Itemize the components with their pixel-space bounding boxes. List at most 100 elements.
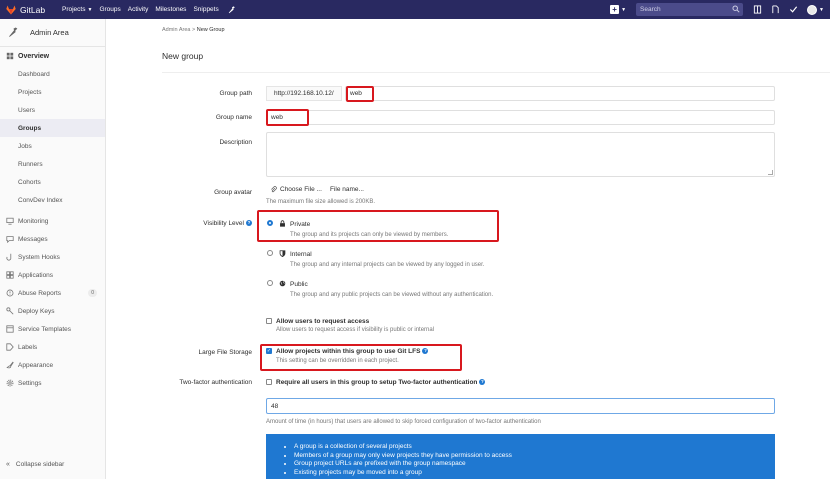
top-navbar: GitLab Projects ▼ Groups Activity Milesto…: [0, 0, 830, 19]
applications-icon: [6, 271, 14, 279]
visibility-label: Visibility Level?: [203, 220, 252, 227]
two-factor-grace-hint: Amount of time (in hours) that users are…: [266, 419, 541, 425]
group-path-label: Group path: [219, 90, 252, 97]
chevron-down-icon[interactable]: ▼: [819, 7, 824, 13]
help-icon[interactable]: ?: [422, 348, 429, 355]
issues-icon[interactable]: [753, 5, 762, 14]
info-item: Group project URLs are prefixed with the…: [294, 460, 775, 469]
group-path-prefix: http://192.168.10.12/: [266, 86, 342, 101]
group-path-input[interactable]: web: [345, 86, 775, 101]
messages-icon: [6, 236, 14, 243]
two-factor-label: Two-factor authentication: [179, 379, 252, 386]
choose-file-button[interactable]: Choose File ...: [270, 186, 322, 193]
sidebar-item-messages[interactable]: Messages: [0, 230, 105, 248]
chevron-down-icon: ▼: [87, 6, 93, 13]
help-icon[interactable]: ?: [246, 220, 252, 227]
group-info-box: A group is a collection of several proje…: [266, 434, 775, 479]
sidebar-item-monitoring[interactable]: Monitoring: [0, 212, 105, 230]
collapse-icon: «: [6, 461, 10, 468]
sidebar-item-jobs[interactable]: Jobs: [0, 137, 105, 155]
sidebar-item-cohorts[interactable]: Cohorts: [0, 173, 105, 191]
new-dropdown[interactable]: + ▼: [610, 5, 626, 14]
nav-links: Projects ▼ Groups Activity Milestones Sni…: [62, 5, 236, 14]
sidebar-item-applications[interactable]: Applications: [0, 266, 105, 284]
sidebar-item-overview[interactable]: Overview: [0, 47, 105, 65]
collapse-sidebar-button[interactable]: « Collapse sidebar: [6, 461, 64, 468]
lock-icon: [280, 220, 285, 227]
todos-icon[interactable]: [789, 5, 798, 14]
chevron-down-icon: ▼: [621, 6, 627, 13]
sidebar-header[interactable]: Admin Area: [0, 19, 105, 47]
merge-request-icon[interactable]: [771, 5, 780, 14]
sidebar-item-abuse-reports[interactable]: Abuse Reports 0: [0, 284, 105, 302]
request-access-checkbox[interactable]: [266, 318, 272, 324]
gitlab-fox-icon: [6, 5, 16, 14]
sidebar-title: Admin Area: [30, 28, 69, 37]
sidebar: Admin Area Overview Dashboard Projects U…: [0, 19, 106, 479]
visibility-public-title: Public: [290, 281, 308, 288]
sidebar-item-settings[interactable]: Settings: [0, 374, 105, 392]
nav-projects[interactable]: Projects ▼: [62, 6, 92, 13]
two-factor-checkbox[interactable]: [266, 379, 272, 385]
visibility-private-desc: The group and its projects can only be v…: [290, 232, 449, 238]
info-item: Existing projects may be moved into a gr…: [294, 469, 775, 478]
sidebar-item-appearance[interactable]: Appearance: [0, 356, 105, 374]
search-placeholder: Search: [640, 6, 661, 13]
resize-grip-icon[interactable]: [768, 170, 773, 175]
group-name-label: Group name: [215, 114, 252, 121]
sidebar-item-service-templates[interactable]: Service Templates: [0, 320, 105, 338]
sidebar-item-deploy-keys[interactable]: Deploy Keys: [0, 302, 105, 320]
nav-groups[interactable]: Groups: [99, 6, 120, 13]
lfs-label: Large File Storage: [198, 349, 252, 356]
request-access-desc: Allow users to request access if visibil…: [276, 327, 435, 333]
globe-icon: [279, 280, 286, 287]
search-input[interactable]: Search: [636, 3, 744, 16]
visibility-internal-radio[interactable]: [267, 250, 273, 256]
search-icon: [732, 5, 740, 13]
sidebar-item-labels[interactable]: Labels: [0, 338, 105, 356]
key-icon: [6, 307, 14, 315]
admin-wrench-icon[interactable]: [228, 5, 236, 14]
sidebar-item-runners[interactable]: Runners: [0, 155, 105, 173]
description-textarea[interactable]: [266, 132, 775, 177]
description-label: Description: [219, 139, 252, 146]
sidebar-item-users[interactable]: Users: [0, 101, 105, 119]
user-avatar[interactable]: [807, 4, 818, 15]
lfs-checkbox[interactable]: ✓: [266, 348, 272, 354]
template-icon: [6, 325, 14, 333]
plus-icon: +: [610, 5, 620, 14]
shield-icon: [279, 250, 286, 257]
sidebar-item-projects[interactable]: Projects: [0, 83, 105, 101]
nav-milestones[interactable]: Milestones: [155, 6, 186, 13]
visibility-internal-title: Internal: [290, 251, 312, 258]
page-title: New group: [162, 51, 204, 61]
lfs-desc: This setting can be overridden in each p…: [276, 358, 399, 364]
sidebar-item-groups[interactable]: Groups: [0, 119, 105, 137]
visibility-internal-desc: The group and any internal projects can …: [290, 262, 485, 268]
group-avatar-label: Group avatar: [214, 189, 252, 196]
nav-right: + ▼ Search ▼: [610, 0, 824, 19]
help-icon[interactable]: ?: [479, 379, 486, 386]
sidebar-item-dashboard[interactable]: Dashboard: [0, 65, 105, 83]
nav-activity[interactable]: Activity: [128, 6, 149, 13]
nav-snippets[interactable]: Snippets: [193, 6, 218, 13]
breadcrumb-current[interactable]: New Group: [197, 27, 225, 33]
group-name-input[interactable]: web: [266, 110, 775, 125]
request-access-title: Allow users to request access: [276, 318, 370, 325]
breadcrumb-admin-area[interactable]: Admin Area: [162, 27, 190, 33]
info-item: A group is a collection of several proje…: [294, 443, 775, 452]
visibility-public-radio[interactable]: [267, 280, 273, 286]
label-icon: [6, 343, 14, 351]
brand-name: GitLab: [20, 4, 46, 15]
monitor-icon: [6, 217, 14, 225]
file-name-text: File name...: [330, 186, 364, 193]
visibility-private-radio[interactable]: [267, 220, 273, 226]
gitlab-logo[interactable]: GitLab: [6, 5, 62, 15]
sidebar-item-convdev-index[interactable]: ConvDev Index: [0, 191, 105, 209]
info-item: Members of a group may only view project…: [294, 452, 775, 461]
wrench-icon: [9, 27, 18, 37]
hook-icon: [6, 253, 12, 261]
sidebar-item-system-hooks[interactable]: System Hooks: [0, 248, 105, 266]
overview-icon: [6, 52, 14, 60]
two-factor-grace-input[interactable]: 48: [266, 398, 775, 414]
